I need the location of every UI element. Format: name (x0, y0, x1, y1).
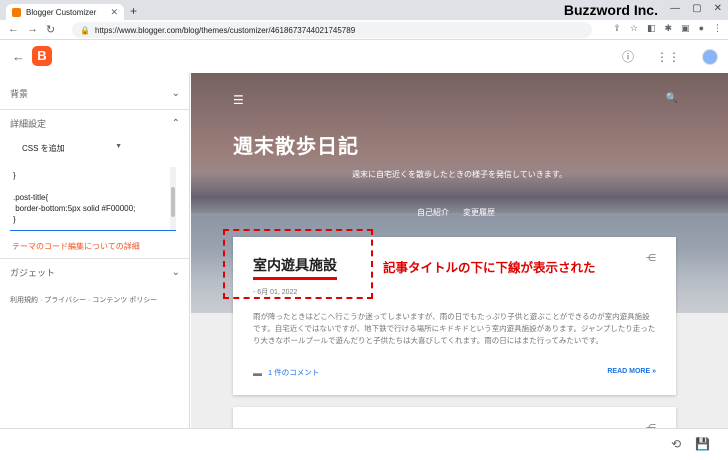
reload-icon[interactable]: ↻ (46, 23, 55, 36)
extension-icon[interactable]: ◧ (647, 23, 656, 34)
sidebar-footer-links[interactable]: 利用規約 · プライバシー · コンテンツ ポリシー (10, 295, 157, 305)
share-icon[interactable]: ⋲ (646, 253, 656, 264)
section-background[interactable]: 背景 ⌄ (0, 87, 190, 100)
add-css-select[interactable]: CSS を追加 ▼ (22, 143, 122, 154)
window-controls: — ▢ ✕ (670, 3, 722, 14)
post-excerpt: 雨が降ったときはどこへ行こうか迷ってしまいますが、雨の日でもたっぷり子供と遊ぶこ… (253, 312, 656, 345)
read-more-link[interactable]: READ MORE » (607, 368, 656, 375)
nav-link-about[interactable]: 自己紹介 (417, 207, 449, 218)
blog-nav: 自己紹介 変更履歴 (417, 207, 495, 218)
restore-icon[interactable]: ⟲ (671, 437, 681, 451)
share-page-icon[interactable]: ⇪ (613, 23, 621, 34)
puzzle-icon[interactable]: ✱ (665, 23, 673, 34)
divider (0, 109, 190, 110)
browser-toolbar: ← → ↻ 🔒 https://www.blogger.com/blog/the… (0, 20, 728, 40)
sidepanel-icon[interactable]: ▣ (681, 23, 690, 34)
chevron-up-icon: ⌃ (171, 118, 180, 129)
theme-code-help-link[interactable]: テーマのコード編集についての詳細 (12, 241, 140, 252)
css-code[interactable]: } .post-title{ border-bottom:5px solid #… (10, 167, 176, 228)
address-bar[interactable]: 🔒 https://www.blogger.com/blog/themes/cu… (72, 22, 592, 38)
blog-description: 週末に自宅近くを散歩したときの様子を発信していきます。 (352, 170, 567, 179)
blogger-header: ← B ⓘ ⋮⋮ (0, 40, 728, 73)
chevron-down-icon: ⌄ (171, 267, 180, 278)
customizer-bottom-bar: ⟲ 💾 (0, 428, 728, 460)
apps-grid-icon[interactable]: ⋮⋮ (656, 50, 680, 64)
comments-link[interactable]: ▬ 1 件のコメント (253, 367, 319, 378)
close-tab-icon[interactable]: ✕ (110, 7, 118, 18)
tab-title: Blogger Customizer (26, 7, 97, 17)
dropdown-arrow-icon: ▼ (115, 143, 122, 150)
search-icon[interactable]: 🔍 (666, 93, 678, 104)
section-background-label: 背景 (10, 89, 29, 99)
divider (0, 258, 190, 259)
maximize-icon[interactable]: ▢ (692, 3, 701, 14)
bookmark-star-icon[interactable]: ☆ (630, 23, 638, 34)
lock-icon: 🔒 (80, 25, 90, 35)
close-window-icon[interactable]: ✕ (714, 3, 722, 14)
browser-tab[interactable]: Blogger Customizer ✕ (6, 4, 124, 20)
toolbar-icons: ⇪ ☆ ◧ ✱ ▣ ● ⋮ (613, 23, 722, 34)
url-text: https://www.blogger.com/blog/themes/cust… (94, 25, 356, 35)
annotation-dashed-box (223, 229, 373, 299)
back-arrow-icon[interactable]: ← (12, 49, 25, 64)
minimize-icon[interactable]: — (670, 3, 680, 14)
blogger-favicon-icon (12, 7, 21, 17)
section-gadget[interactable]: ガジェット ⌄ (0, 266, 190, 279)
customizer-sidebar: 背景 ⌄ 詳細設定 ⌃ CSS を追加 ▼ } .post-title{ bor… (0, 73, 190, 428)
section-advanced[interactable]: 詳細設定 ⌃ (0, 117, 190, 130)
avatar[interactable] (702, 48, 718, 65)
chevron-down-icon: ⌄ (171, 88, 180, 99)
css-textarea[interactable]: } .post-title{ border-bottom:5px solid #… (10, 167, 176, 231)
profile-icon[interactable]: ● (699, 23, 704, 34)
post-card-next: ⋲ (233, 407, 676, 428)
brand-watermark: Buzzword Inc. (563, 2, 658, 18)
nav-buttons: ← → ↻ (0, 23, 72, 36)
annotation-text: 記事タイトルの下に下線が表示された (383, 261, 596, 275)
section-advanced-label: 詳細設定 (10, 119, 47, 129)
comments-label: 1 件のコメント (268, 368, 320, 377)
blogger-logo-icon[interactable]: B (32, 46, 52, 66)
help-icon[interactable]: ⓘ (622, 48, 634, 65)
hamburger-menu-icon[interactable]: ☰ (233, 93, 244, 107)
header-icons: ⓘ ⋮⋮ (622, 48, 718, 65)
new-tab-button[interactable]: + (130, 4, 137, 18)
css-scrollbar[interactable] (170, 167, 176, 230)
comment-icon: ▬ (253, 367, 262, 378)
more-menu-icon[interactable]: ⋮ (713, 23, 722, 34)
forward-icon[interactable]: → (27, 23, 38, 36)
add-css-select-value: CSS を追加 (22, 144, 65, 153)
section-gadget-label: ガジェット (10, 268, 56, 278)
nav-link-changelog[interactable]: 変更履歴 (463, 207, 495, 218)
scrollbar-thumb[interactable] (171, 187, 175, 217)
save-icon[interactable]: 💾 (695, 437, 710, 451)
back-icon[interactable]: ← (8, 23, 19, 36)
browser-tab-strip: Blogger Customizer ✕ + Buzzword Inc. — ▢… (0, 0, 728, 20)
blog-title[interactable]: 週末散歩日記 (233, 130, 359, 159)
bottom-bar-icons: ⟲ 💾 (671, 437, 710, 451)
